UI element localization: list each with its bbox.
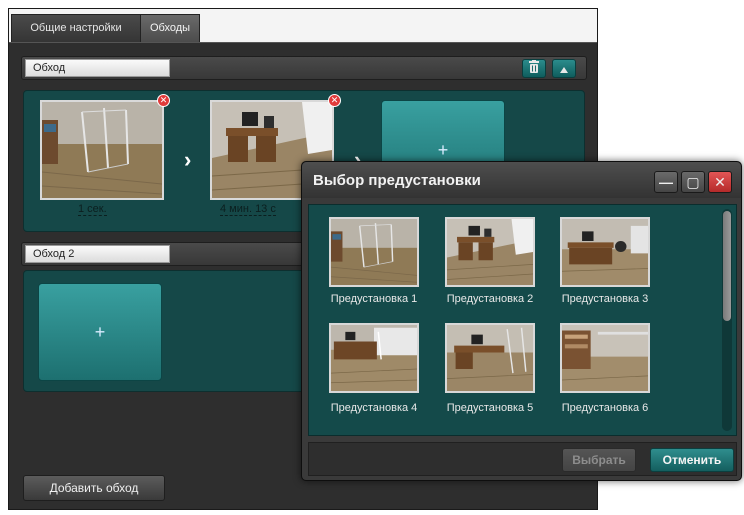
preset-thumbnail-4[interactable] [329,323,419,393]
patrol-step-thumbnail[interactable] [40,100,164,200]
preset-thumbnail-6[interactable] [560,323,650,393]
vertical-scrollbar[interactable] [722,209,732,431]
preset-label[interactable]: Предустановка 6 [550,402,660,414]
preset-label[interactable]: Предустановка 5 [435,402,545,414]
preset-thumbnail-2[interactable] [445,217,535,287]
preset-grid: Предустановка 1 Предустановка 2 Предуста… [308,204,737,436]
remove-icon[interactable]: ✕ [157,94,170,107]
add-patrol-button[interactable]: Добавить обход [23,475,165,501]
patrol-name-field[interactable]: Обход [25,59,170,77]
tab-patrols[interactable]: Обходы [140,14,200,42]
add-step-button[interactable]: + [38,283,162,381]
patrol-header: Обход [21,56,587,80]
preset-select-dialog: Выбор предустановки — ▢ ✕ Предустановка … [301,161,742,481]
remove-icon[interactable]: ✕ [328,94,341,107]
minimize-icon: — [659,174,673,190]
patrol-name-field[interactable]: Обход 2 [25,245,170,263]
step-dwell-time[interactable]: 4 мин. 13 с [220,203,276,216]
preset-thumbnail-5[interactable] [445,323,535,393]
close-icon: ✕ [714,173,726,190]
select-button[interactable]: Выбрать [562,448,636,472]
tab-bar: Общие настройки Обходы [9,9,597,42]
dialog-titlebar[interactable]: Выбор предустановки — ▢ ✕ [302,162,741,198]
preset-label[interactable]: Предустановка 2 [435,293,545,305]
preset-thumbnail-1[interactable] [329,217,419,287]
collapse-patrol-button[interactable] [552,59,576,78]
dialog-title: Выбор предустановки [313,172,481,189]
plus-icon: + [437,139,449,160]
tab-general-settings[interactable]: Общие настройки [11,14,141,42]
delete-patrol-button[interactable] [522,59,546,78]
step-dwell-time[interactable]: 1 сек. [78,203,107,216]
trash-icon [528,59,540,78]
caret-up-icon [560,60,568,78]
maximize-button[interactable]: ▢ [681,171,705,193]
scrollbar-thumb[interactable] [723,211,731,321]
preset-label[interactable]: Предустановка 3 [550,293,660,305]
preset-label[interactable]: Предустановка 4 [319,402,429,414]
minimize-button[interactable]: — [654,171,678,193]
cancel-button[interactable]: Отменить [650,448,734,472]
close-button[interactable]: ✕ [708,171,732,193]
plus-icon: + [94,321,106,342]
chevron-right-icon: › [184,147,192,172]
maximize-icon: ▢ [686,173,700,190]
preset-thumbnail-3[interactable] [560,217,650,287]
preset-label[interactable]: Предустановка 1 [319,293,429,305]
dialog-footer: Выбрать Отменить [308,442,737,476]
